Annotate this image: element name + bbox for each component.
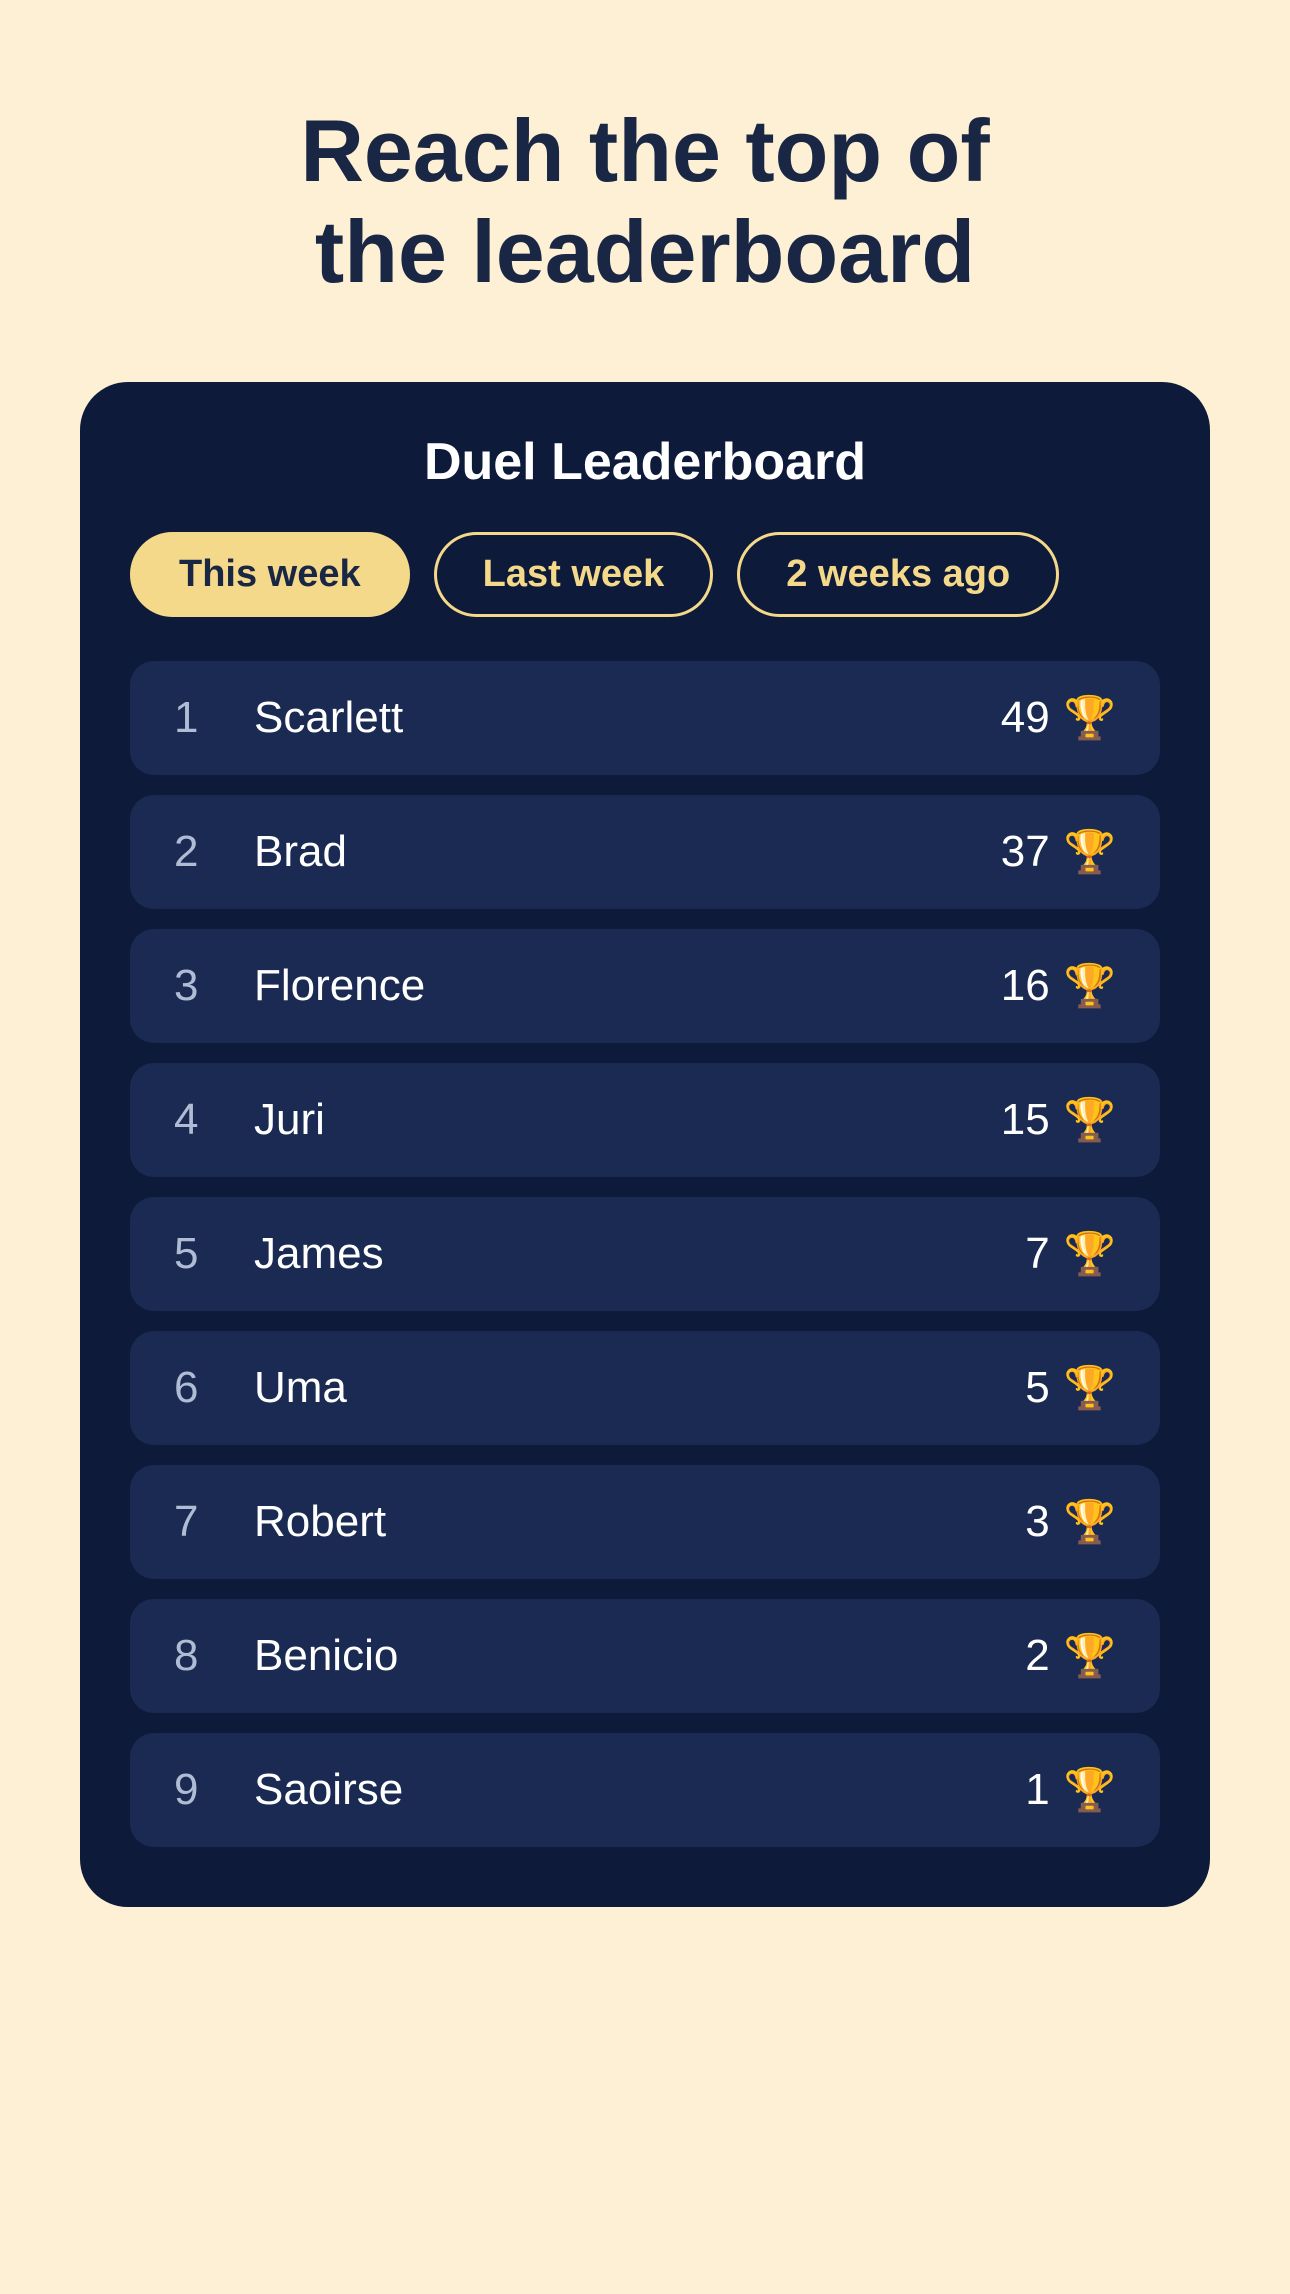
player-name: Uma	[254, 1363, 347, 1413]
row-left: 5 James	[174, 1229, 384, 1279]
player-name: Scarlett	[254, 693, 403, 743]
player-score: 37	[1001, 827, 1050, 877]
player-score: 2	[1025, 1631, 1049, 1681]
player-name: Brad	[254, 827, 347, 877]
tab-two-weeks-ago[interactable]: 2 weeks ago	[737, 532, 1059, 617]
leaderboard-list: 1 Scarlett 49 🏆 2 Brad 37 🏆 3 Florence	[130, 661, 1160, 1847]
table-row: 9 Saoirse 1 🏆	[130, 1733, 1160, 1847]
row-left: 7 Robert	[174, 1497, 386, 1547]
rank-number: 7	[174, 1497, 214, 1547]
tab-last-week[interactable]: Last week	[434, 532, 714, 617]
rank-number: 6	[174, 1363, 214, 1413]
row-left: 1 Scarlett	[174, 693, 403, 743]
trophy-icon: 🏆	[1064, 962, 1116, 1011]
player-name: Florence	[254, 961, 425, 1011]
table-row: 6 Uma 5 🏆	[130, 1331, 1160, 1445]
row-left: 3 Florence	[174, 961, 425, 1011]
table-row: 8 Benicio 2 🏆	[130, 1599, 1160, 1713]
trophy-icon: 🏆	[1064, 1230, 1116, 1279]
player-score: 3	[1025, 1497, 1049, 1547]
rank-number: 9	[174, 1765, 214, 1815]
table-row: 1 Scarlett 49 🏆	[130, 661, 1160, 775]
player-name: Robert	[254, 1497, 386, 1547]
rank-number: 8	[174, 1631, 214, 1681]
trophy-icon: 🏆	[1064, 1766, 1116, 1815]
trophy-icon: 🏆	[1064, 694, 1116, 743]
table-row: 7 Robert 3 🏆	[130, 1465, 1160, 1579]
card-title: Duel Leaderboard	[130, 432, 1160, 492]
row-left: 8 Benicio	[174, 1631, 398, 1681]
trophy-icon: 🏆	[1064, 1364, 1116, 1413]
player-name: Saoirse	[254, 1765, 403, 1815]
player-score: 15	[1001, 1095, 1050, 1145]
tab-bar: This week Last week 2 weeks ago	[130, 532, 1160, 617]
row-left: 2 Brad	[174, 827, 347, 877]
table-row: 5 James 7 🏆	[130, 1197, 1160, 1311]
row-right: 3 🏆	[1025, 1497, 1116, 1547]
rank-number: 4	[174, 1095, 214, 1145]
row-right: 37 🏆	[1001, 827, 1116, 877]
row-right: 16 🏆	[1001, 961, 1116, 1011]
rank-number: 1	[174, 693, 214, 743]
table-row: 2 Brad 37 🏆	[130, 795, 1160, 909]
table-row: 4 Juri 15 🏆	[130, 1063, 1160, 1177]
trophy-icon: 🏆	[1064, 1632, 1116, 1681]
row-right: 2 🏆	[1025, 1631, 1116, 1681]
rank-number: 3	[174, 961, 214, 1011]
player-score: 16	[1001, 961, 1050, 1011]
row-right: 49 🏆	[1001, 693, 1116, 743]
row-left: 6 Uma	[174, 1363, 347, 1413]
rank-number: 5	[174, 1229, 214, 1279]
trophy-icon: 🏆	[1064, 1498, 1116, 1547]
trophy-icon: 🏆	[1064, 1096, 1116, 1145]
tab-this-week[interactable]: This week	[130, 532, 410, 617]
leaderboard-card: Duel Leaderboard This week Last week 2 w…	[80, 382, 1210, 1907]
player-score: 5	[1025, 1363, 1049, 1413]
row-right: 15 🏆	[1001, 1095, 1116, 1145]
row-right: 5 🏆	[1025, 1363, 1116, 1413]
row-left: 9 Saoirse	[174, 1765, 403, 1815]
player-score: 49	[1001, 693, 1050, 743]
table-row: 3 Florence 16 🏆	[130, 929, 1160, 1043]
page-title: Reach the top of the leaderboard	[255, 100, 1035, 302]
player-name: James	[254, 1229, 384, 1279]
rank-number: 2	[174, 827, 214, 877]
row-left: 4 Juri	[174, 1095, 325, 1145]
row-right: 7 🏆	[1025, 1229, 1116, 1279]
trophy-icon: 🏆	[1064, 828, 1116, 877]
player-score: 7	[1025, 1229, 1049, 1279]
row-right: 1 🏆	[1025, 1765, 1116, 1815]
player-name: Benicio	[254, 1631, 398, 1681]
player-score: 1	[1025, 1765, 1049, 1815]
player-name: Juri	[254, 1095, 325, 1145]
